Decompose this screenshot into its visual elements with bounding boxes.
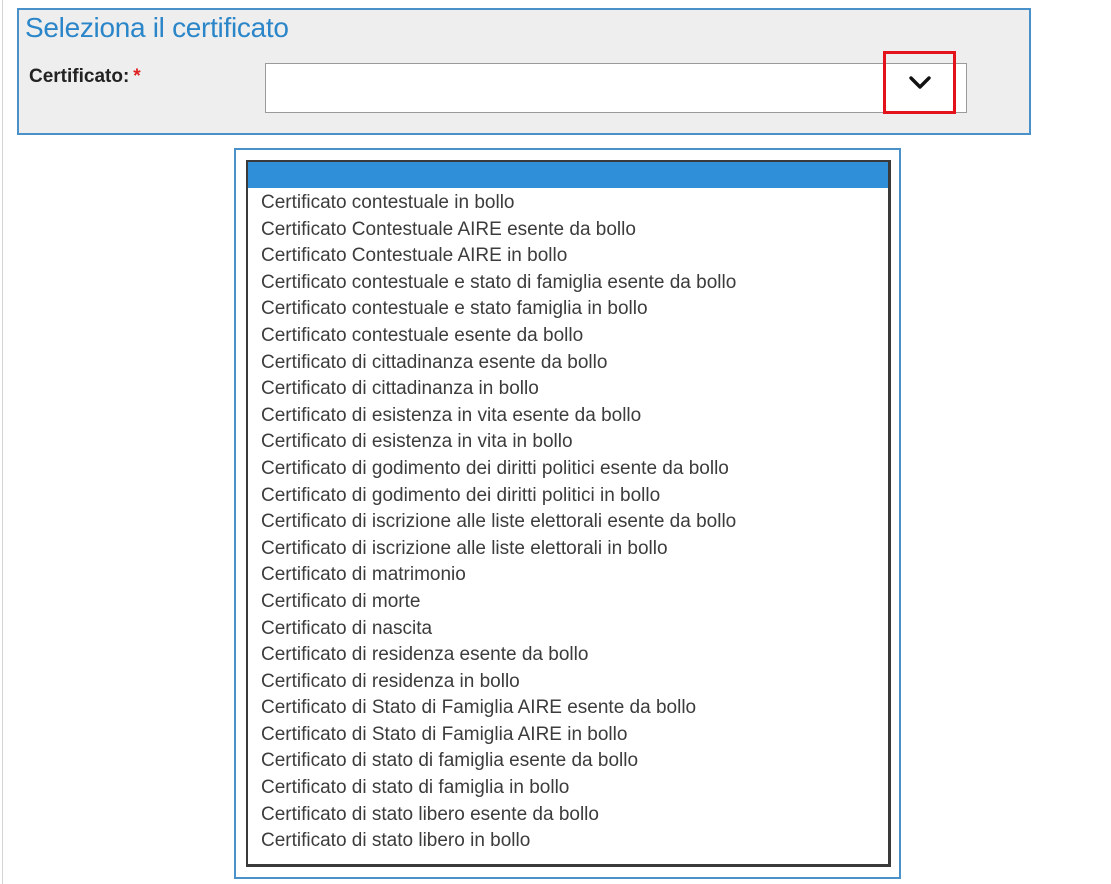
dropdown-option[interactable]: Certificato di esistenza in vita in boll… xyxy=(248,429,888,456)
dropdown-option[interactable]: Certificato di stato di famiglia esente … xyxy=(248,748,888,775)
dropdown-option[interactable]: Certificato di nascita xyxy=(248,616,888,643)
dropdown-option[interactable]: Certificato di stato libero in bollo xyxy=(248,828,888,855)
dropdown-option[interactable]: Certificato di iscrizione alle liste ele… xyxy=(248,509,888,536)
dropdown-option[interactable]: Certificato contestuale esente da bollo xyxy=(248,323,888,350)
panel-title: Seleziona il certificato xyxy=(25,12,289,43)
dropdown-option[interactable]: Certificato di Stato di Famiglia AIRE es… xyxy=(248,695,888,722)
dropdown-option[interactable]: Certificato di stato libero esente da bo… xyxy=(248,802,888,829)
left-divider xyxy=(2,0,3,884)
dropdown-option[interactable]: Certificato di cittadinanza in bollo xyxy=(248,376,888,403)
dropdown-option[interactable]: Certificato di morte xyxy=(248,589,888,616)
certificate-options-list[interactable]: Certificato contestuale in bollo Certific… xyxy=(246,160,891,867)
dropdown-toggle-button[interactable] xyxy=(883,51,956,114)
dropdown-option[interactable]: Certificato di matrimonio xyxy=(248,562,888,589)
certificate-selection-panel: Seleziona il certificato Certificato: * xyxy=(17,8,1031,135)
page: Seleziona il certificato Certificato: * C… xyxy=(0,0,1111,884)
dropdown-option[interactable]: Certificato di residenza esente da bollo xyxy=(248,642,888,669)
dropdown-option[interactable]: Certificato di Stato di Famiglia AIRE in… xyxy=(248,722,888,749)
dropdown-option[interactable]: Certificato di residenza in bollo xyxy=(248,669,888,696)
dropdown-option[interactable]: Certificato di godimento dei diritti pol… xyxy=(248,456,888,483)
dropdown-option[interactable]: Certificato Contestuale AIRE in bollo xyxy=(248,243,888,270)
dropdown-option-blank[interactable] xyxy=(248,162,888,188)
certificate-label-text: Certificato: xyxy=(29,66,130,87)
required-asterisk-icon: * xyxy=(133,66,141,87)
dropdown-option[interactable]: Certificato di stato di famiglia in boll… xyxy=(248,775,888,802)
dropdown-popup: Certificato contestuale in bollo Certific… xyxy=(234,148,901,879)
dropdown-option[interactable]: Certificato Contestuale AIRE esente da b… xyxy=(248,217,888,244)
dropdown-option[interactable]: Certificato contestuale in bollo xyxy=(248,190,888,217)
dropdown-option[interactable]: Certificato contestuale e stato famiglia… xyxy=(248,296,888,323)
dropdown-option[interactable]: Certificato di cittadinanza esente da bo… xyxy=(248,350,888,377)
dropdown-option[interactable]: Certificato contestuale e stato di famig… xyxy=(248,270,888,297)
certificate-select[interactable] xyxy=(265,63,967,113)
dropdown-option[interactable]: Certificato di godimento dei diritti pol… xyxy=(248,483,888,510)
dropdown-option[interactable]: Certificato di iscrizione alle liste ele… xyxy=(248,536,888,563)
chevron-down-icon xyxy=(909,76,931,89)
dropdown-option[interactable]: Certificato di esistenza in vita esente … xyxy=(248,403,888,430)
certificate-field-label: Certificato: * xyxy=(29,66,141,88)
